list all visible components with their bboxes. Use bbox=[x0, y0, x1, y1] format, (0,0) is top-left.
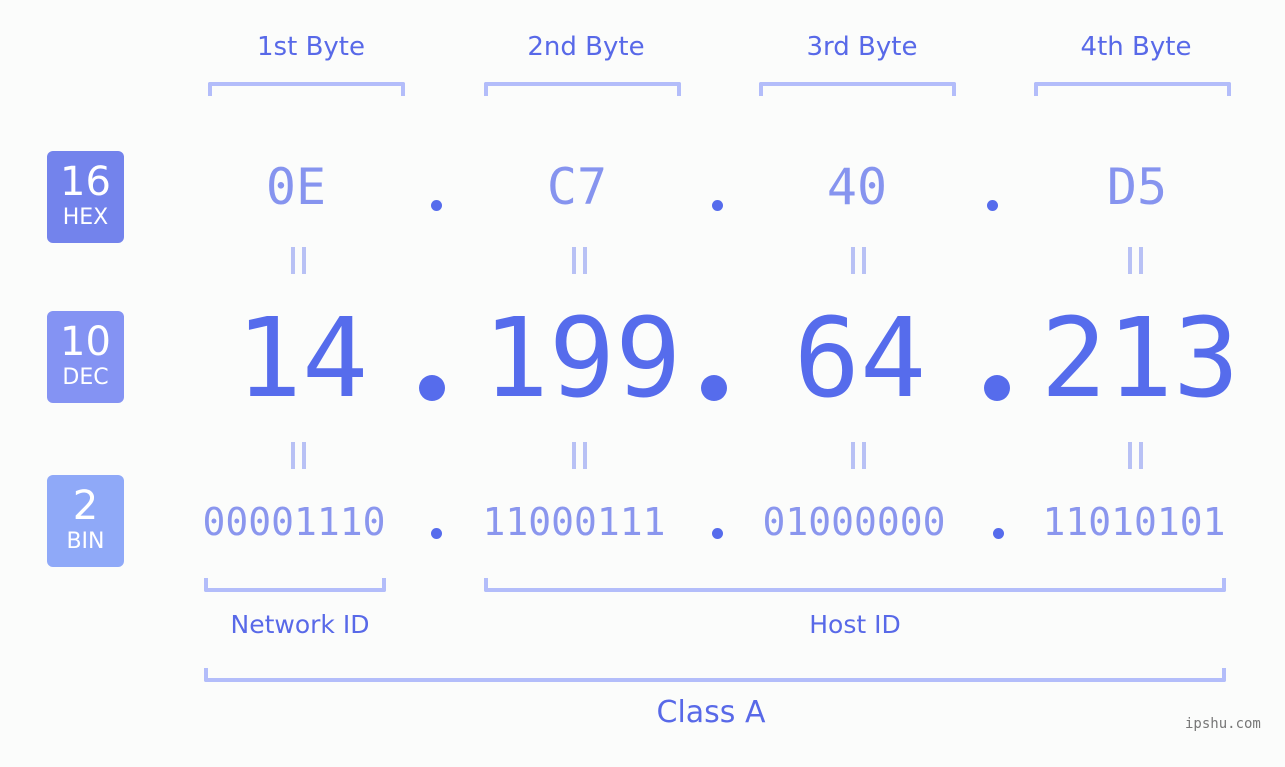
bin-octet-1: 00001110 bbox=[202, 500, 386, 544]
equals-icon bbox=[1125, 442, 1145, 469]
dec-octet-2: 199 bbox=[482, 294, 682, 422]
hex-base-label: HEX bbox=[62, 205, 109, 230]
dec-base-number: 10 bbox=[60, 319, 111, 365]
byte-bracket-3 bbox=[759, 82, 956, 96]
equals-icon bbox=[848, 247, 868, 274]
dec-badge: 10 DEC bbox=[47, 311, 124, 403]
hex-octet-1: 0E bbox=[265, 158, 327, 216]
dec-separator-dot bbox=[984, 375, 1010, 401]
dec-base-label: DEC bbox=[62, 365, 109, 390]
bin-octet-4: 11010101 bbox=[1042, 500, 1226, 544]
equals-icon bbox=[288, 442, 308, 469]
dec-octet-3: 64 bbox=[793, 294, 927, 422]
host-id-label: Host ID bbox=[809, 610, 901, 639]
byte-bracket-4 bbox=[1034, 82, 1231, 96]
class-bracket bbox=[204, 668, 1226, 682]
class-label: Class A bbox=[656, 695, 766, 730]
dec-separator-dot bbox=[419, 375, 445, 401]
bin-badge: 2 BIN bbox=[47, 475, 124, 567]
network-id-bracket bbox=[204, 578, 386, 592]
watermark: ipshu.com bbox=[1185, 716, 1261, 732]
dec-octet-4: 213 bbox=[1040, 294, 1240, 422]
hex-base-number: 16 bbox=[60, 159, 111, 205]
hex-separator-dot bbox=[431, 200, 442, 211]
bin-separator-dot bbox=[712, 528, 723, 539]
equals-icon bbox=[848, 442, 868, 469]
bin-separator-dot bbox=[993, 528, 1004, 539]
hex-separator-dot bbox=[987, 200, 998, 211]
dec-separator-dot bbox=[701, 375, 727, 401]
equals-icon bbox=[569, 247, 589, 274]
dec-octet-1: 14 bbox=[235, 294, 369, 422]
bin-base-number: 2 bbox=[72, 483, 99, 529]
bin-separator-dot bbox=[431, 528, 442, 539]
equals-icon bbox=[288, 247, 308, 274]
hex-octet-3: 40 bbox=[826, 158, 888, 216]
network-id-label: Network ID bbox=[230, 610, 370, 639]
byte-header-4: 4th Byte bbox=[1080, 32, 1192, 62]
bin-octet-3: 01000000 bbox=[762, 500, 946, 544]
byte-header-2: 2nd Byte bbox=[527, 32, 645, 62]
hex-separator-dot bbox=[712, 200, 723, 211]
byte-bracket-2 bbox=[484, 82, 681, 96]
hex-octet-4: D5 bbox=[1106, 158, 1168, 216]
byte-header-3: 3rd Byte bbox=[806, 32, 918, 62]
byte-header-1: 1st Byte bbox=[257, 32, 365, 62]
bin-octet-2: 11000111 bbox=[482, 500, 666, 544]
equals-icon bbox=[1125, 247, 1145, 274]
host-id-bracket bbox=[484, 578, 1226, 592]
hex-octet-2: C7 bbox=[546, 158, 608, 216]
bin-base-label: BIN bbox=[66, 529, 105, 554]
equals-icon bbox=[569, 442, 589, 469]
byte-bracket-1 bbox=[208, 82, 405, 96]
hex-badge: 16 HEX bbox=[47, 151, 124, 243]
